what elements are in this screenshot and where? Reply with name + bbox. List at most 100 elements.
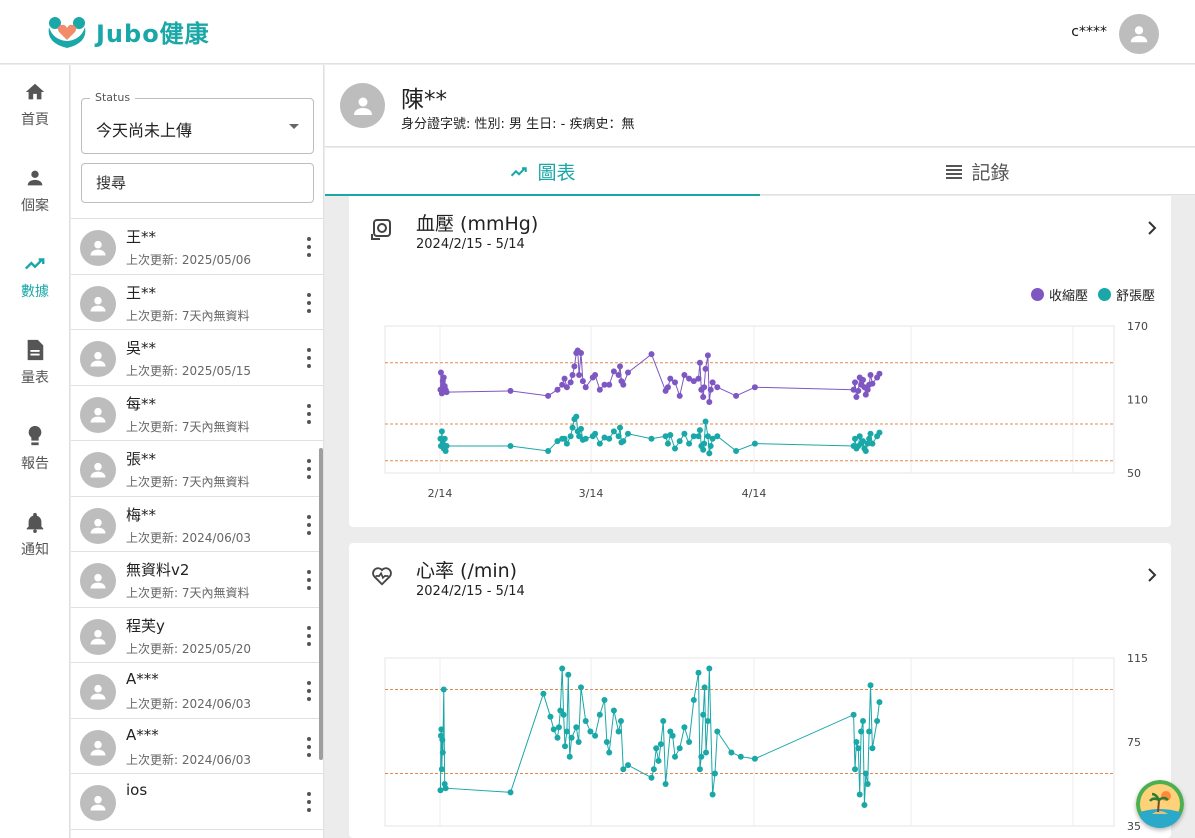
nav-label: 報告 [21,456,49,472]
status-select[interactable]: Status 今天尚未上傳 [81,91,314,154]
legend-item: 舒張壓 [1097,285,1155,304]
data-point [568,734,575,741]
list-item[interactable]: 張** 上次更新: 7天內無資料 [71,441,323,497]
list-item[interactable]: 每** 上次更新: 7天內無資料 [71,386,323,441]
data-point [876,370,883,377]
data-point [606,435,613,442]
nav-item-cases[interactable]: 個案 [0,156,70,226]
data-point [733,447,740,454]
more-vert-icon[interactable] [306,348,312,368]
nav-item-scales[interactable]: 量表 [0,328,70,398]
more-vert-icon[interactable] [306,292,312,313]
avatar [80,563,116,599]
more-vert-icon[interactable] [306,625,312,646]
data-point [620,438,627,445]
search-input[interactable] [81,163,314,203]
avatar [80,285,116,322]
data-point [617,718,624,724]
more-vert-icon[interactable] [306,570,312,590]
list-item[interactable]: 吳** 上次更新: 2025/05/15 [71,330,323,386]
list-item[interactable]: 王** 上次更新: 2025/05/06 [71,219,323,275]
data-point [852,766,859,773]
list-item[interactable]: 梅** 上次更新: 2024/06/03 [71,497,323,552]
data-point [615,728,622,735]
data-point [664,440,671,447]
list-item[interactable]: 無資料v2 上次更新: 7天內無資料 [71,552,323,608]
data-point [709,791,716,798]
data-point [662,781,669,787]
chart-frame [384,657,1115,827]
tab-records[interactable]: 記錄 [760,148,1195,195]
more-vert-icon[interactable] [306,459,312,479]
data-point [601,697,608,703]
chevron-right-icon[interactable] [1147,220,1157,236]
data-point [874,718,881,724]
data-point [648,351,655,358]
data-point [582,435,589,442]
last-update: 上次更新: 7天內無資料 [126,586,250,600]
data-point [437,787,444,794]
hr-card[interactable]: 心率 (/min) 2024/2/15 - 5/14 115 75 35 [349,543,1171,838]
list-item[interactable]: 程芙y 上次更新: 2025/05/20 [71,608,323,663]
data-point [864,781,871,787]
list-scrollbar[interactable] [319,448,323,760]
data-point [620,381,627,388]
nav-item-data[interactable]: 數據 [0,242,70,312]
data-point [441,435,448,442]
list-item[interactable]: ios [71,774,323,830]
nav-item-home[interactable]: 首頁 [0,70,70,140]
avatar [80,452,116,488]
legend-swatch [1030,288,1044,301]
avatar [80,396,116,433]
data-point [560,711,567,718]
data-point [696,359,703,366]
data-point [547,713,554,720]
user-name[interactable]: c**** [1071,24,1107,40]
data-point [625,369,631,376]
series-line [439,668,880,806]
data-point [876,429,883,436]
data-point [867,430,874,437]
data-point [696,766,703,773]
nav-label: 首頁 [21,112,49,128]
more-vert-icon[interactable] [306,736,312,757]
data-point [439,736,446,743]
assistant-fab[interactable] [1136,780,1184,828]
nav-label: 量表 [21,370,49,386]
data-point [869,440,876,447]
y-tick-label: 170 [1127,320,1148,333]
data-point [704,352,711,359]
data-point [596,440,603,447]
list-item[interactable]: 王** 上次更新: 7天內無資料 [71,275,323,330]
account-circle-icon[interactable] [1119,14,1159,54]
more-vert-icon[interactable] [306,681,312,701]
more-vert-icon[interactable] [306,792,312,812]
app-header: Jubo健康 c**** [0,0,1195,64]
nav-item-reports[interactable]: 報告 [0,414,70,484]
data-point [439,749,446,756]
data-point [714,384,721,391]
patient-info: 身分證字號: 性別: 男 生日: - 疾病史：無 [401,117,635,132]
data-point [714,433,721,440]
data-point [706,450,713,457]
data-point [860,376,866,383]
bp-card[interactable]: 血壓 (mmHg) 2024/2/15 - 5/14 收縮壓 舒張壓 170 11… [349,196,1171,527]
list-item[interactable]: A*** 上次更新: 2024/06/03 [71,663,323,719]
list-item[interactable]: A*** 上次更新: 2024/06/03 [71,719,323,774]
more-vert-icon[interactable] [306,237,312,257]
chevron-right-icon[interactable] [1147,567,1157,583]
x-tick-label: 3/14 [579,487,604,500]
data-point [702,418,709,425]
more-vert-icon[interactable] [306,514,312,535]
brand-logo[interactable]: Jubo健康 [46,13,210,49]
data-point [438,766,445,773]
tab-charts[interactable]: 圖表 [325,148,760,196]
more-vert-icon[interactable] [306,403,312,424]
nav-item-notifications[interactable]: 通知 [0,500,70,570]
data-point [706,398,713,405]
data-point [596,386,603,393]
data-point [625,430,631,437]
card-title: 心率 (/min) [416,560,518,582]
data-point [867,372,874,378]
patient-name: ios [126,781,148,799]
